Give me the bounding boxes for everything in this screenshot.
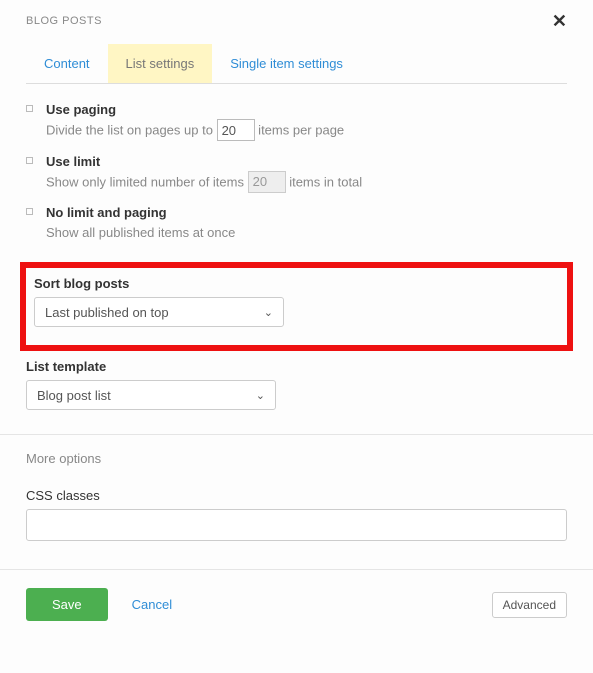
tabs: Content List settings Single item settin… [26, 44, 567, 84]
list-options: Use paging Divide the list on pages up t… [26, 84, 567, 254]
close-icon[interactable]: ✕ [552, 12, 567, 30]
css-classes-field: CSS classes [26, 488, 567, 541]
use-paging-desc-post: items per page [255, 123, 345, 138]
advanced-button[interactable]: Advanced [492, 592, 567, 618]
cancel-link[interactable]: Cancel [132, 597, 172, 612]
tab-single-item-settings[interactable]: Single item settings [212, 44, 361, 83]
more-options-label: More options [26, 451, 567, 466]
footer-left: Save Cancel [26, 588, 172, 621]
option-no-limit[interactable]: No limit and paging Show all published i… [26, 199, 567, 250]
save-button[interactable]: Save [26, 588, 108, 621]
blog-posts-dialog: BLOG POSTS ✕ Content List settings Singl… [0, 0, 593, 641]
use-limit-title: Use limit [46, 154, 567, 169]
no-limit-desc: Show all published items at once [46, 222, 567, 244]
sort-select[interactable]: Last published on top ⌄ [34, 297, 284, 327]
sort-label: Sort blog posts [34, 276, 559, 291]
chevron-down-icon: ⌄ [264, 306, 273, 319]
paging-count-input[interactable] [217, 119, 255, 141]
use-paging-desc: Divide the list on pages up to items per… [46, 119, 567, 142]
no-limit-title: No limit and paging [46, 205, 567, 220]
option-use-paging[interactable]: Use paging Divide the list on pages up t… [26, 96, 567, 148]
divider [0, 434, 593, 435]
list-template-field: List template Blog post list ⌄ [26, 359, 567, 410]
use-limit-desc-post: items in total [286, 174, 363, 189]
use-limit-desc-pre: Show only limited number of items [46, 174, 248, 189]
dialog-footer: Save Cancel Advanced [0, 569, 593, 641]
template-select-value: Blog post list [37, 388, 111, 403]
tab-content[interactable]: Content [26, 44, 108, 83]
tab-list-settings[interactable]: List settings [108, 44, 213, 83]
limit-count-input[interactable] [248, 171, 286, 193]
use-paging-title: Use paging [46, 102, 567, 117]
option-use-limit[interactable]: Use limit Show only limited number of it… [26, 148, 567, 200]
template-select[interactable]: Blog post list ⌄ [26, 380, 276, 410]
sort-select-value: Last published on top [45, 305, 169, 320]
dialog-header: BLOG POSTS ✕ [26, 12, 567, 30]
dialog-title: BLOG POSTS [26, 15, 102, 27]
use-limit-desc: Show only limited number of items items … [46, 171, 567, 194]
use-paging-desc-pre: Divide the list on pages up to [46, 123, 217, 138]
chevron-down-icon: ⌄ [256, 389, 265, 402]
sort-highlight: Sort blog posts Last published on top ⌄ [20, 262, 573, 351]
css-classes-input[interactable] [26, 509, 567, 541]
template-label: List template [26, 359, 567, 374]
css-classes-label: CSS classes [26, 488, 567, 503]
